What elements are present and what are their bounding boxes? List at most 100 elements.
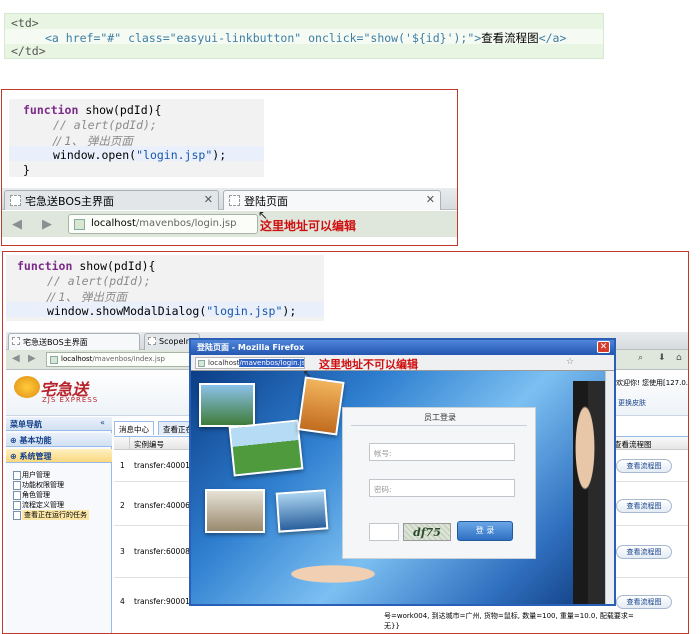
photo-golf-large: [228, 419, 304, 477]
star-icon: ☆: [566, 357, 575, 367]
code-line-comment-alert: // alert(pdId);: [53, 118, 157, 132]
sidebar-item-running-tasks[interactable]: 查看正在运行的任务: [13, 510, 89, 520]
browser-tab-bar-a: 宅急送BOS主界面 ✕ 登陆页面 ✕: [2, 188, 457, 210]
url-bar-main[interactable]: localhost/mavenbos/index.jsp: [46, 352, 196, 367]
row-number: 3: [120, 547, 125, 556]
row-instance-id: transfer:60008: [134, 547, 190, 556]
password-field[interactable]: 密码:: [369, 479, 515, 497]
code-line-show-modal: window.showModalDialog("login.jsp");: [47, 304, 297, 318]
window-open-example: function show(pdId){ // alert(pdId); // …: [1, 89, 458, 246]
code-line-comment-alert: // alert(pdId);: [47, 274, 151, 288]
code-editor-a: function show(pdId){ // alert(pdId); // …: [9, 99, 264, 177]
login-button[interactable]: 登 录: [457, 521, 513, 541]
close-icon[interactable]: ✕: [597, 341, 610, 353]
tab-label: 宅急送BOS主界面: [23, 338, 88, 347]
code-line-comment-popup: // 1、 弹出页面: [47, 290, 127, 304]
row-detail-text: 号=work004, 到达城市=广州, 货物=鼠标, 数量=100, 重量=10…: [384, 612, 634, 620]
sidebar-title: 菜单导航: [6, 417, 112, 431]
photo-sky: [275, 489, 329, 533]
code-line-comment-popup: // 1、 弹出页面: [53, 134, 133, 148]
close-icon[interactable]: ✕: [426, 193, 435, 206]
sidebar-item-function-auth[interactable]: 功能权限管理: [13, 480, 64, 490]
sidebar-item-user-mgmt[interactable]: 用户管理: [13, 470, 50, 480]
sidebar-group-system[interactable]: ⊕ 系统管理: [6, 449, 112, 463]
code-line-function: function show(pdId){: [23, 103, 162, 117]
modal-title: 登陆页面 - Mozilla Firefox: [191, 340, 614, 355]
row-instance-id: transfer:90001: [134, 597, 190, 606]
anchor-text: 查看流程图: [481, 31, 539, 45]
tab-bos-main[interactable]: 宅急送BOS主界面 ✕: [4, 190, 219, 210]
tab-bos-main[interactable]: 宅急送BOS主界面: [8, 333, 140, 350]
sidebar-item-process-def[interactable]: 流程定义管理: [13, 500, 64, 510]
grid-header-id: 实例编号: [130, 437, 196, 450]
search-icon[interactable]: ⌕: [638, 353, 643, 363]
url-bar-readonly: localhost/mavenbos/login.jsp: [195, 357, 305, 369]
annotation-not-editable: 这里地址不可以编辑: [319, 358, 418, 371]
globe-icon: [74, 219, 85, 230]
home-icon[interactable]: ⌂: [676, 353, 682, 363]
page-icon: [10, 195, 21, 206]
forward-arrow-icon[interactable]: ▶: [42, 217, 52, 232]
grid-header-action: 查看流程图: [610, 437, 688, 450]
logo-icon: [14, 376, 40, 398]
row-number: 1: [120, 461, 125, 470]
cursor-icon: ↖: [303, 369, 312, 380]
login-form: 员工登录 帐号: 密码: df75 登 录: [342, 407, 536, 559]
anchor-close-tag: </a>: [538, 31, 567, 45]
photo-orange: [297, 376, 345, 436]
url-bar-editable[interactable]: localhost/mavenbos/login.jsp: [68, 214, 258, 234]
account-field[interactable]: 帐号:: [369, 443, 515, 461]
view-diagram-button[interactable]: 查看流程图: [616, 595, 672, 609]
modal-dialog-window: 登陆页面 - Mozilla Firefox ✕ localhost/maven…: [189, 338, 616, 606]
collapse-icon[interactable]: «: [100, 418, 105, 427]
view-diagram-button[interactable]: 查看流程图: [616, 499, 672, 513]
annotation-editable: 这里地址可以编辑: [260, 219, 357, 233]
login-page-background: 员工登录 帐号: 密码: df75 登 录: [191, 371, 614, 604]
row-instance-id: transfer:40001: [134, 461, 190, 470]
tab-label: 宅急送BOS主界面: [25, 195, 114, 208]
sidebar-menu: 菜单导航 « ⊕ 基本功能 ⊕ 系统管理 用户管理 功能权限管理 角色管理 流程…: [6, 417, 112, 633]
back-arrow-icon[interactable]: ◀: [12, 217, 22, 232]
code-line-td-open: <td>: [11, 16, 39, 30]
code-line-anchor: <a href="#" class="easyui-linkbutton" on…: [45, 30, 566, 46]
download-icon[interactable]: ⬇: [658, 353, 666, 363]
forward-arrow-icon[interactable]: ▶: [28, 353, 36, 364]
tab-message-center[interactable]: 消息中心: [114, 421, 154, 435]
change-skin-link[interactable]: 更换皮肤: [618, 398, 646, 408]
captcha-input[interactable]: [369, 523, 399, 541]
captcha-image[interactable]: df75: [403, 523, 451, 541]
code-line-function: function show(pdId){: [17, 259, 156, 273]
logo-subtitle: ZJS EXPRESS: [42, 396, 99, 404]
sidebar-group-basic[interactable]: ⊕ 基本功能: [6, 433, 112, 447]
pointing-hand-image: [261, 559, 381, 589]
tab-label: 登陆页面: [244, 195, 288, 208]
row-number: 2: [120, 501, 125, 510]
anchor-tag: <a href="#" class="easyui-linkbutton" on…: [45, 31, 482, 45]
code-line-close-brace: }: [23, 163, 30, 177]
page-icon: [12, 337, 20, 345]
code-line-td-close: </td>: [11, 44, 46, 58]
back-arrow-icon[interactable]: ◀: [12, 353, 20, 364]
navigation-bar-a: ◀ ▶ localhost/mavenbos/login.jsp 这里地址可以编…: [2, 211, 457, 237]
row-detail-text-cont: 无}}: [384, 622, 400, 630]
close-icon[interactable]: ✕: [204, 193, 213, 206]
code-editor-b: function show(pdId){ // alert(pdId); // …: [6, 255, 324, 321]
sidebar-item-role-mgmt[interactable]: 角色管理: [13, 490, 50, 500]
row-number: 4: [120, 597, 125, 606]
row-instance-id: transfer:40006: [134, 501, 190, 510]
welcome-text: 欢迎你! 您使用[127.0.0.1]: [616, 379, 689, 387]
photo-building: [205, 489, 265, 533]
code-line-window-open: window.open("login.jsp");: [53, 148, 227, 162]
html-code-snippet: <td> <a href="#" class="easyui-linkbutto…: [4, 13, 604, 59]
globe-icon: [198, 360, 205, 367]
photo-golf: [199, 383, 255, 427]
globe-icon: [50, 356, 58, 364]
show-modal-dialog-example: function show(pdId){ // alert(pdId); // …: [2, 251, 689, 634]
page-icon: [229, 195, 240, 206]
page-icon: [148, 337, 156, 345]
tab-login-page[interactable]: 登陆页面 ✕: [223, 190, 441, 210]
view-diagram-button[interactable]: 查看流程图: [616, 545, 672, 559]
cursor-icon: ↖: [258, 208, 269, 222]
scrollbar[interactable]: [605, 371, 614, 604]
view-diagram-button[interactable]: 查看流程图: [616, 459, 672, 473]
